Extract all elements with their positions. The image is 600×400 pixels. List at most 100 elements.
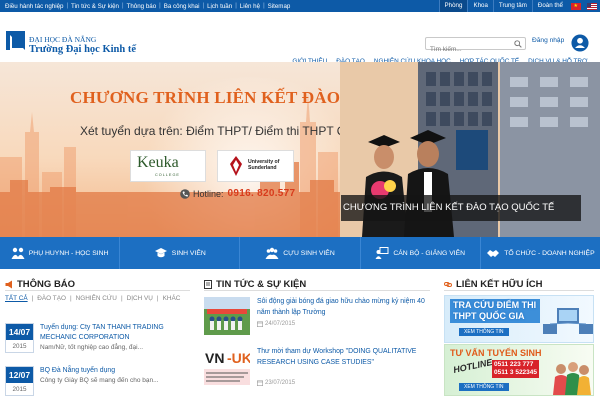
news-date-text: 23/07/2015 xyxy=(265,380,296,386)
hotline-number: 0916. 820.577 xyxy=(227,188,296,199)
football-event-thumbnail[interactable] xyxy=(204,297,250,335)
notice-filters: TẤT CẢ | ĐÀO TẠO | NGHIÊN CỨU | DỊCH VỤ … xyxy=(5,295,182,302)
keuka-college-logo[interactable]: Keuka COLLEGE xyxy=(130,150,206,182)
unit-link-trung-tam[interactable]: Trung tâm xyxy=(492,0,532,12)
workshop-thumbnail[interactable]: VN -UK xyxy=(204,347,250,385)
view-info-button[interactable]: XEM THÔNG TIN xyxy=(459,383,509,391)
hotline-number-1: 0511 223 777 xyxy=(494,361,534,368)
megaphone-icon xyxy=(5,280,12,289)
slide-caption[interactable]: CHƯƠNG TRÌNH LIÊN KẾT ĐÀO TẠO QUỐC TẾ xyxy=(341,195,581,221)
user-avatar-icon[interactable] xyxy=(571,34,589,52)
lecturer-icon xyxy=(375,247,389,259)
notices-heading: THÔNG BÁO xyxy=(5,279,75,290)
audience-alumni[interactable]: CỰU SINH VIÊN xyxy=(240,237,361,269)
link-chain-icon xyxy=(444,282,452,287)
top-link-thong-bao[interactable]: Thông báo xyxy=(124,3,160,10)
unit-links: Phòng Khoa Trung tâm Đoàn thể xyxy=(438,0,600,12)
date-day: 14/07 xyxy=(6,324,33,340)
filter-all[interactable]: TẤT CẢ xyxy=(5,295,30,302)
news-item[interactable]: VN -UK Thư mời tham dự Workshop "DOING Q… xyxy=(204,347,430,391)
filter-training[interactable]: ĐÀO TẠO xyxy=(35,295,68,302)
news-title: TIN TỨC & SỰ KIỆN xyxy=(216,279,307,290)
news-item[interactable]: Sôi động giải bóng đá giao hữu chào mừng… xyxy=(204,297,430,341)
login-link[interactable]: Đăng nhập xyxy=(532,37,564,44)
news-headline[interactable]: Sôi động giải bóng đá giao hữu chào mừng… xyxy=(257,297,429,318)
view-info-button[interactable]: XEM THÔNG TIN xyxy=(459,328,509,336)
unit-link-doan-the[interactable]: Đoàn thể xyxy=(531,0,568,12)
filter-other[interactable]: KHÁC xyxy=(161,295,183,302)
calendar-icon xyxy=(257,321,263,327)
news-heading: TIN TỨC & SỰ KIỆN xyxy=(204,279,306,290)
hero-slider[interactable]: CHƯƠNG TRÌNH LIÊN KẾT ĐÀO TẠO QUỐC TẾ Xé… xyxy=(0,62,600,237)
search-icon[interactable] xyxy=(514,40,522,48)
links-title: LIÊN KẾT HỮU ÍCH xyxy=(456,279,543,290)
audience-label: PHỤ HUYNH - HỌC SINH xyxy=(28,249,109,257)
keuka-wordmark: Keuka xyxy=(137,154,179,171)
date-day: 12/07 xyxy=(6,367,33,383)
divider xyxy=(5,290,190,291)
unit-link-phong[interactable]: Phòng xyxy=(438,0,468,12)
notice-snippet: Nam/Nữ, tốt nghiệp cao đẳng, đại... xyxy=(40,344,143,351)
news-date: 23/07/2015 xyxy=(257,380,295,386)
student-icon xyxy=(154,248,167,258)
notice-title[interactable]: BQ Đà Nẵng tuyển dụng xyxy=(40,366,190,376)
sunderland-name: University of Sunderland xyxy=(248,159,279,171)
hotline-number-2: 0511 3 522345 xyxy=(494,369,538,376)
unit-link-khoa[interactable]: Khoa xyxy=(467,0,492,12)
top-link-dieu-hanh[interactable]: Điều hành tác nghiệp xyxy=(2,3,66,10)
audience-students[interactable]: SINH VIÊN xyxy=(120,237,241,269)
notice-item[interactable]: 12/07 2015 BQ Đà Nẵng tuyển dụng Công ty… xyxy=(5,366,190,400)
sunderland-line2: Sunderland xyxy=(248,165,277,171)
audience-organizations[interactable]: TỔ CHỨC - DOANH NGHIỆP xyxy=(481,237,600,269)
links-heading: LIÊN KẾT HỮU ÍCH xyxy=(444,279,543,290)
filter-services[interactable]: DỊCH VỤ xyxy=(125,295,155,302)
top-link-lien-he[interactable]: Liên hệ xyxy=(237,3,263,10)
audience-label: CÁN BỘ - GIẢNG VIÊN xyxy=(393,249,466,257)
audience-bar: PHỤ HUYNH - HỌC SINH SINH VIÊN CỰU SINH … xyxy=(0,237,600,269)
search-input[interactable] xyxy=(426,44,510,55)
exam-score-lookup-banner[interactable]: TRA CỨU ĐIỂM THI THPT QUỐC GIA XEM THÔNG… xyxy=(444,295,594,343)
notices-title: THÔNG BÁO xyxy=(17,279,76,290)
logo-school-name[interactable]: Trường Đại học Kinh tế xyxy=(29,44,136,55)
university-logo-icon[interactable] xyxy=(6,31,25,50)
audience-parents-students[interactable]: PHỤ HUYNH - HỌC SINH xyxy=(0,237,121,269)
audience-staff-lecturers[interactable]: CÁN BỘ - GIẢNG VIÊN xyxy=(361,237,481,269)
svg-text:-UK: -UK xyxy=(227,350,250,366)
sunderland-logo[interactable]: University of Sunderland xyxy=(217,150,294,182)
newspaper-icon xyxy=(204,280,212,289)
audience-label: SINH VIÊN xyxy=(171,249,206,257)
news-headline[interactable]: Thư mời tham dự Workshop "DOING QUALITAT… xyxy=(257,347,429,368)
svg-text:VN: VN xyxy=(205,350,224,366)
students-group-image xyxy=(553,362,591,395)
news-date-text: 24/07/2015 xyxy=(265,321,296,327)
logo-parent-name[interactable]: ĐẠI HỌC ĐÀ NẴNG xyxy=(29,35,96,44)
search-box xyxy=(425,37,526,55)
top-link-ba-cong-khai[interactable]: Ba công khai xyxy=(161,3,203,10)
filter-research[interactable]: NGHIÊN CỨU xyxy=(74,295,119,302)
divider xyxy=(204,290,430,291)
phone-icon xyxy=(180,188,190,199)
date-badge: 12/07 2015 xyxy=(5,366,34,396)
top-link-sitemap[interactable]: Sitemap xyxy=(265,3,294,10)
top-link-lich-tuan[interactable]: Lịch tuần xyxy=(204,3,235,10)
audience-label: TỔ CHỨC - DOANH NGHIỆP xyxy=(504,249,595,257)
hotline-badge: HOTLINE xyxy=(452,357,494,375)
admissions-title: TƯ VẤN TUYỂN SINH xyxy=(450,348,542,358)
notice-title[interactable]: Tuyển dụng: Cty TAN THANH TRADING MECHAN… xyxy=(40,323,190,342)
notice-item[interactable]: 14/07 2015 Tuyển dụng: Cty TAN THANH TRA… xyxy=(5,323,190,361)
top-links: Điều hành tác nghiệp | Tin tức & Sự kiện… xyxy=(2,0,293,12)
sunderland-crest-icon xyxy=(230,156,242,176)
english-flag-icon[interactable] xyxy=(587,2,597,10)
top-utility-bar: Điều hành tác nghiệp | Tin tức & Sự kiện… xyxy=(0,0,600,12)
vietnam-flag-icon[interactable] xyxy=(571,2,581,10)
audience-label: CỰU SINH VIÊN xyxy=(283,249,335,257)
divider xyxy=(444,290,594,291)
date-year: 2015 xyxy=(12,343,27,350)
admissions-consulting-banner[interactable]: TƯ VẤN TUYỂN SINH HOTLINE 0511 223 777 0… xyxy=(444,344,594,396)
date-badge: 14/07 2015 xyxy=(5,323,34,353)
hero-hotline: Hotline: 0916. 820.577 xyxy=(180,188,295,199)
exam-lookup-text: TRA CỨU ĐIỂM THI THPT QUỐC GIA xyxy=(450,299,540,323)
handshake-icon xyxy=(487,250,500,257)
family-icon xyxy=(11,247,25,259)
top-link-tin-tuc[interactable]: Tin tức & Sự kiện xyxy=(68,3,122,10)
